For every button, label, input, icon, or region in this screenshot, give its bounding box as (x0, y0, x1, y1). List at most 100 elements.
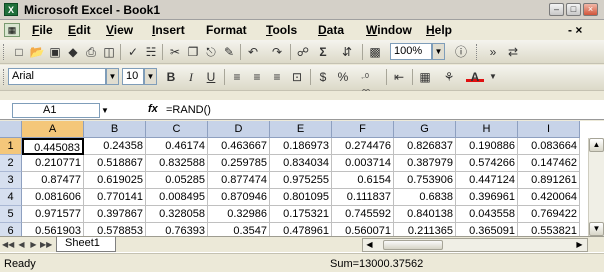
bold-button[interactable]: B (162, 69, 180, 85)
menu-file[interactable]: File (32, 23, 53, 37)
table-cell[interactable]: 0.46174 (146, 138, 208, 155)
menu-edit[interactable]: Edit (68, 23, 91, 37)
table-cell[interactable]: 0.6154 (332, 172, 394, 189)
column-header-c[interactable]: C (146, 121, 208, 138)
table-cell[interactable]: 0.619025 (84, 172, 146, 189)
spelling-icon[interactable]: ✓ (124, 44, 142, 60)
table-cell[interactable]: 0.190886 (456, 138, 518, 155)
font-select[interactable]: Arial (8, 68, 106, 85)
chevron-down-icon[interactable]: ▼ (484, 69, 502, 85)
currency-button[interactable]: $ (314, 69, 332, 85)
zoom-select[interactable]: 100% (390, 43, 432, 60)
table-cell[interactable]: 0.05285 (146, 172, 208, 189)
table-cell[interactable]: 0.111837 (332, 189, 394, 206)
open-icon[interactable]: 📂 (28, 44, 46, 60)
underline-button[interactable]: U (202, 69, 220, 85)
table-cell[interactable]: 0.397867 (84, 206, 146, 223)
table-cell[interactable]: 0.753906 (394, 172, 456, 189)
vertical-scrollbar[interactable]: ▲ ▼ (588, 138, 604, 236)
table-cell[interactable]: 0.003714 (332, 155, 394, 172)
chevron-down-icon[interactable]: ▼ (106, 68, 119, 85)
menu-format[interactable]: Format (206, 23, 247, 37)
table-cell[interactable]: 0.083664 (518, 138, 580, 155)
row-header[interactable]: 1 (0, 138, 22, 155)
table-cell[interactable]: 0.870946 (208, 189, 270, 206)
undo-icon[interactable]: ↶ (244, 44, 262, 60)
align-center-icon[interactable]: ≡ (248, 69, 266, 85)
permission-icon[interactable]: ◆ (64, 44, 82, 60)
table-cell[interactable]: 0.447124 (456, 172, 518, 189)
chevron-down-icon[interactable]: ▼ (101, 104, 109, 117)
table-cell[interactable]: 0.87477 (22, 172, 84, 189)
column-header-i[interactable]: I (518, 121, 580, 138)
table-cell[interactable]: 0.975255 (270, 172, 332, 189)
scroll-down-icon[interactable]: ▼ (589, 222, 604, 236)
align-right-icon[interactable]: ≡ (268, 69, 286, 85)
paste-icon[interactable]: ⎋ (202, 44, 220, 60)
table-cell[interactable]: 0.518867 (84, 155, 146, 172)
table-cell[interactable]: 0.826837 (394, 138, 456, 155)
column-header-b[interactable]: B (84, 121, 146, 138)
name-box[interactable]: A1 ▼ (12, 103, 109, 118)
row-header[interactable]: 4 (0, 189, 22, 206)
formula-input[interactable]: =RAND() (166, 103, 596, 118)
redo-icon[interactable]: ↷ (268, 44, 286, 60)
menu-view[interactable]: View (106, 23, 133, 37)
table-cell[interactable]: 0.387979 (394, 155, 456, 172)
table-cell[interactable]: 0.840138 (394, 206, 456, 223)
percent-button[interactable]: % (334, 69, 352, 85)
align-left-icon[interactable]: ≡ (228, 69, 246, 85)
toolbar-grip[interactable] (3, 69, 6, 85)
table-cell[interactable]: 0.043558 (456, 206, 518, 223)
copy-icon[interactable]: ❐ (184, 44, 202, 60)
horizontal-scrollbar[interactable]: ◀ ▶ (362, 238, 588, 252)
table-cell[interactable]: 0.396961 (456, 189, 518, 206)
toolbar-grip[interactable] (3, 44, 6, 60)
new-icon[interactable]: □ (10, 44, 28, 60)
menu-data[interactable]: Data (318, 23, 344, 37)
row-header[interactable]: 5 (0, 206, 22, 223)
next-sheet-icon[interactable]: ▶ (28, 239, 39, 251)
table-cell[interactable]: 0.6838 (394, 189, 456, 206)
table-cell[interactable]: 0.186973 (270, 138, 332, 155)
table-cell[interactable]: 0.769422 (518, 206, 580, 223)
increase-decimal-button[interactable]: ,.0 .00 (356, 69, 374, 96)
table-cell[interactable]: 0.210771 (22, 155, 84, 172)
sort-ascending-icon[interactable]: ⇵ (338, 44, 356, 60)
print-icon[interactable]: ⎙ (82, 44, 100, 60)
document-icon[interactable]: ▦ (4, 23, 20, 37)
decrease-indent-icon[interactable]: ⇤ (390, 69, 408, 85)
insert-function-icon[interactable]: fx (148, 103, 158, 115)
column-header-d[interactable]: D (208, 121, 270, 138)
italic-button[interactable]: I (182, 69, 200, 85)
first-sheet-icon[interactable]: ◀◀ (2, 239, 14, 251)
table-cell[interactable]: 0.008495 (146, 189, 208, 206)
table-cell[interactable]: 0.801095 (270, 189, 332, 206)
chart-wizard-icon[interactable]: ▩ (366, 44, 384, 60)
borders-icon[interactable]: ▦ (416, 69, 434, 85)
column-header-a[interactable]: A (22, 121, 84, 138)
font-color-button[interactable]: A (466, 69, 484, 84)
table-cell[interactable]: 0.24358 (84, 138, 146, 155)
table-cell[interactable]: 0.259785 (208, 155, 270, 172)
select-all-corner[interactable] (0, 121, 22, 138)
scroll-right-icon[interactable]: ▶ (573, 239, 586, 251)
column-header-f[interactable]: F (332, 121, 394, 138)
table-cell[interactable]: 0.745592 (332, 206, 394, 223)
row-header[interactable]: 3 (0, 172, 22, 189)
table-cell[interactable]: 0.32986 (208, 206, 270, 223)
menu-window[interactable]: Window (366, 23, 412, 37)
toolbar-options-icon[interactable]: » (484, 44, 502, 60)
print-preview-icon[interactable]: ◫ (100, 44, 118, 60)
scroll-thumb[interactable] (383, 240, 443, 250)
last-sheet-icon[interactable]: ▶▶ (40, 239, 52, 251)
column-header-h[interactable]: H (456, 121, 518, 138)
autosum-icon[interactable]: Σ (314, 44, 332, 60)
table-cell[interactable]: 0.891261 (518, 172, 580, 189)
menu-help[interactable]: Help (426, 23, 452, 37)
excel-app-icon[interactable]: X (4, 3, 18, 16)
table-cell[interactable]: 0.445083 (22, 138, 84, 155)
menu-tools[interactable]: Tools (266, 23, 297, 37)
minimize-button[interactable]: – (549, 3, 564, 16)
compare-side-by-side-icon[interactable]: ⇄ (504, 44, 522, 60)
